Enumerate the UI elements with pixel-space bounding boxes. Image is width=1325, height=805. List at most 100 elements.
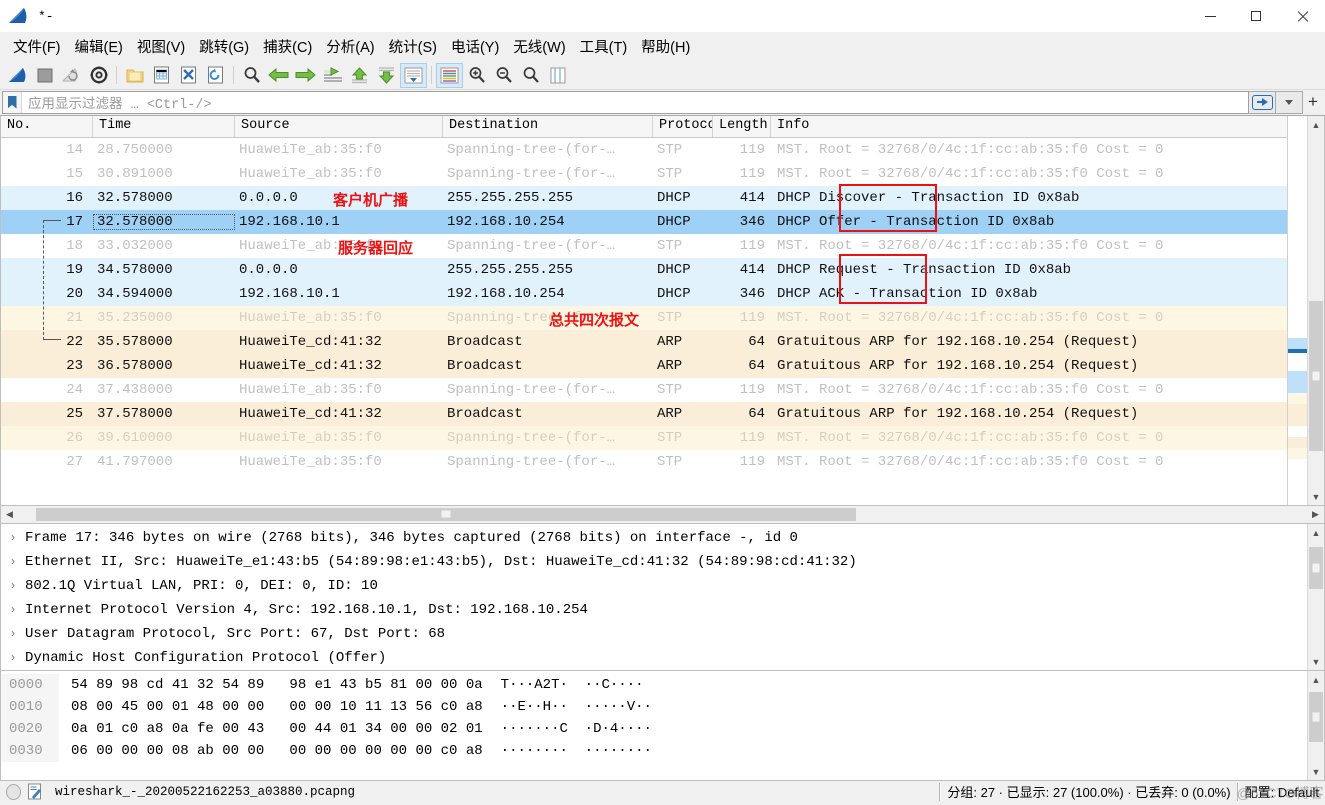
scroll-thumb[interactable] (1309, 301, 1323, 451)
packet-detail-vertical-scrollbar[interactable]: ▲ ▼ (1307, 524, 1324, 670)
hscroll-track[interactable] (18, 506, 1307, 523)
colorize-icon[interactable] (436, 62, 463, 88)
column-header-destination[interactable]: Destination (443, 116, 653, 137)
menu-view[interactable]: 视图(V) (130, 33, 192, 60)
chevron-right-icon[interactable]: › (1, 555, 25, 569)
bookmark-icon[interactable] (3, 91, 22, 113)
table-row[interactable]: 21 35.235000 HuaweiTe_ab:35:f0 Spanning-tre… (1, 306, 1287, 330)
table-row[interactable]: 22 35.578000 HuaweiTe_cd:41:32 Broadcast ARP… (1, 330, 1287, 354)
profile-indicator[interactable]: 配置: Default @51CTO博客 (1237, 782, 1324, 801)
hex-dump-row[interactable]: 0020 0a 01 c0 a8 0a fe 00 43 00 44 01 34 … (1, 718, 1307, 740)
column-header-no[interactable]: No. (1, 116, 93, 137)
packet-list-pane[interactable]: No.TimeSourceDestinationProtocolLengthIn… (0, 115, 1325, 506)
table-row[interactable]: 15 30.891000 HuaweiTe_ab:35:f0 Spanning-tre… (1, 162, 1287, 186)
detail-scroll-thumb[interactable] (1309, 547, 1323, 589)
scroll-track[interactable] (1308, 133, 1324, 488)
stop-capture-icon[interactable] (31, 63, 58, 88)
hex-scroll-track[interactable] (1308, 688, 1324, 763)
packet-list-rows[interactable]: 14 28.750000 HuaweiTe_ab:35:f0 Spanning-tre… (1, 138, 1287, 505)
hex-scroll-down-icon[interactable]: ▼ (1308, 763, 1324, 780)
table-row[interactable]: 19 34.578000 0.0.0.0 255.255.255.255 DHCP 414… (1, 258, 1287, 282)
detail-scroll-track[interactable] (1308, 541, 1324, 653)
hscroll-thumb[interactable] (36, 507, 856, 521)
maximize-button[interactable] (1233, 0, 1279, 32)
detail-tree-item[interactable]: › Frame 17: 346 bytes on wire (2768 bits)… (1, 526, 1307, 550)
detail-tree-item[interactable]: › 802.1Q Virtual LAN, PRI: 0, DEI: 0, ID:… (1, 574, 1307, 598)
find-packet-icon[interactable] (238, 63, 265, 88)
hex-dump-row[interactable]: 0000 54 89 98 cd 41 32 54 89 98 e1 43 b5 … (1, 674, 1307, 696)
table-row[interactable]: 20 34.594000 192.168.10.1 192.168.10.254 DHC… (1, 282, 1287, 306)
close-button[interactable] (1279, 0, 1325, 32)
capture-options-icon[interactable] (85, 63, 112, 88)
column-header-protocol[interactable]: Protocol (653, 116, 713, 137)
table-row[interactable]: 17 32.578000 192.168.10.1 192.168.10.254 DHC… (1, 210, 1287, 234)
detail-scroll-down-icon[interactable]: ▼ (1308, 653, 1324, 670)
hex-dump-row[interactable]: 0010 08 00 45 00 01 48 00 00 00 00 10 11 … (1, 696, 1307, 718)
chevron-right-icon[interactable]: › (1, 651, 25, 665)
menu-wireless[interactable]: 无线(W) (506, 33, 572, 60)
hscroll-right-icon[interactable]: ▶ (1307, 509, 1324, 520)
packet-bytes-pane[interactable]: 0000 54 89 98 cd 41 32 54 89 98 e1 43 b5 … (0, 671, 1325, 781)
menu-capture[interactable]: 捕获(C) (256, 33, 319, 60)
packet-list-header[interactable]: No.TimeSourceDestinationProtocolLengthIn… (1, 116, 1287, 138)
scroll-down-icon[interactable]: ▼ (1308, 488, 1324, 505)
hex-scroll-up-icon[interactable]: ▲ (1308, 671, 1324, 688)
packet-list-minimap[interactable] (1287, 116, 1307, 505)
open-file-icon[interactable] (121, 63, 148, 88)
table-row[interactable]: 18 33.032000 HuaweiTe_ab:35:f0 Spanning-tre… (1, 234, 1287, 258)
reload-file-icon[interactable] (202, 63, 229, 88)
go-back-icon[interactable] (265, 63, 292, 88)
zoom-reset-icon[interactable] (517, 63, 544, 88)
packet-detail-pane[interactable]: › Frame 17: 346 bytes on wire (2768 bits)… (0, 524, 1325, 671)
table-row[interactable]: 27 41.797000 HuaweiTe_ab:35:f0 Spanning-tre… (1, 450, 1287, 474)
table-row[interactable]: 25 37.578000 HuaweiTe_cd:41:32 Broadcast ARP… (1, 402, 1287, 426)
hex-dump-row[interactable]: 0030 06 00 00 00 08 ab 00 00 00 00 00 00 … (1, 740, 1307, 762)
chevron-right-icon[interactable]: › (1, 531, 25, 545)
table-row[interactable]: 24 37.438000 HuaweiTe_ab:35:f0 Spanning-tre… (1, 378, 1287, 402)
close-file-icon[interactable] (175, 63, 202, 88)
go-to-packet-icon[interactable] (319, 63, 346, 88)
resize-columns-icon[interactable] (544, 63, 571, 88)
autoscroll-icon[interactable] (400, 62, 427, 88)
column-header-info[interactable]: Info (771, 116, 1287, 137)
chevron-down-icon[interactable] (1276, 90, 1303, 114)
menu-statistics[interactable]: 统计(S) (382, 33, 444, 60)
detail-tree-item[interactable]: › User Datagram Protocol, Src Port: 67, D… (1, 622, 1307, 646)
detail-scroll-up-icon[interactable]: ▲ (1308, 524, 1324, 541)
display-filter-input[interactable]: 应用显示过滤器 … <Ctrl-/> (2, 90, 1249, 114)
table-row[interactable]: 23 36.578000 HuaweiTe_cd:41:32 Broadcast ARP… (1, 354, 1287, 378)
packet-list-horizontal-scrollbar[interactable]: ◀ ▶ (0, 506, 1325, 524)
menu-go[interactable]: 跳转(G) (192, 33, 256, 60)
detail-tree-item[interactable]: › Internet Protocol Version 4, Src: 192.1… (1, 598, 1307, 622)
menu-telephony[interactable]: 电话(Y) (444, 33, 506, 60)
menu-tools[interactable]: 工具(T) (573, 33, 635, 60)
go-last-packet-icon[interactable] (373, 63, 400, 88)
table-row[interactable]: 16 32.578000 0.0.0.0 255.255.255.255 DHCP 414… (1, 186, 1287, 210)
menu-edit[interactable]: 编辑(E) (68, 33, 130, 60)
restart-capture-icon[interactable] (58, 63, 85, 88)
go-forward-icon[interactable] (292, 63, 319, 88)
minimize-button[interactable] (1187, 0, 1233, 32)
menu-help[interactable]: 帮助(H) (634, 33, 697, 60)
scroll-up-icon[interactable]: ▲ (1308, 116, 1324, 133)
hscroll-left-icon[interactable]: ◀ (1, 509, 18, 520)
detail-tree-item[interactable]: › Dynamic Host Configuration Protocol (Of… (1, 646, 1307, 670)
hex-scroll-thumb[interactable] (1309, 692, 1323, 742)
menu-analyze[interactable]: 分析(A) (319, 33, 381, 60)
table-row[interactable]: 26 39.610000 HuaweiTe_ab:35:f0 Spanning-tre… (1, 426, 1287, 450)
table-row[interactable]: 14 28.750000 HuaweiTe_ab:35:f0 Spanning-tre… (1, 138, 1287, 162)
capture-file-properties-icon[interactable] (27, 783, 43, 800)
packet-list-vertical-scrollbar[interactable]: ▲ ▼ (1307, 116, 1324, 505)
column-header-length[interactable]: Length (713, 116, 771, 137)
chevron-right-icon[interactable]: › (1, 627, 25, 641)
chevron-right-icon[interactable]: › (1, 579, 25, 593)
apply-filter-arrow-icon[interactable] (1249, 90, 1276, 114)
go-first-packet-icon[interactable] (346, 63, 373, 88)
column-header-source[interactable]: Source (235, 116, 443, 137)
packet-bytes-vertical-scrollbar[interactable]: ▲ ▼ (1307, 671, 1324, 780)
expert-info-icon[interactable] (6, 783, 21, 800)
zoom-out-icon[interactable] (490, 63, 517, 88)
chevron-right-icon[interactable]: › (1, 603, 25, 617)
plus-icon[interactable]: + (1303, 91, 1323, 114)
hex-dump-rows[interactable]: 0000 54 89 98 cd 41 32 54 89 98 e1 43 b5 … (1, 671, 1307, 780)
